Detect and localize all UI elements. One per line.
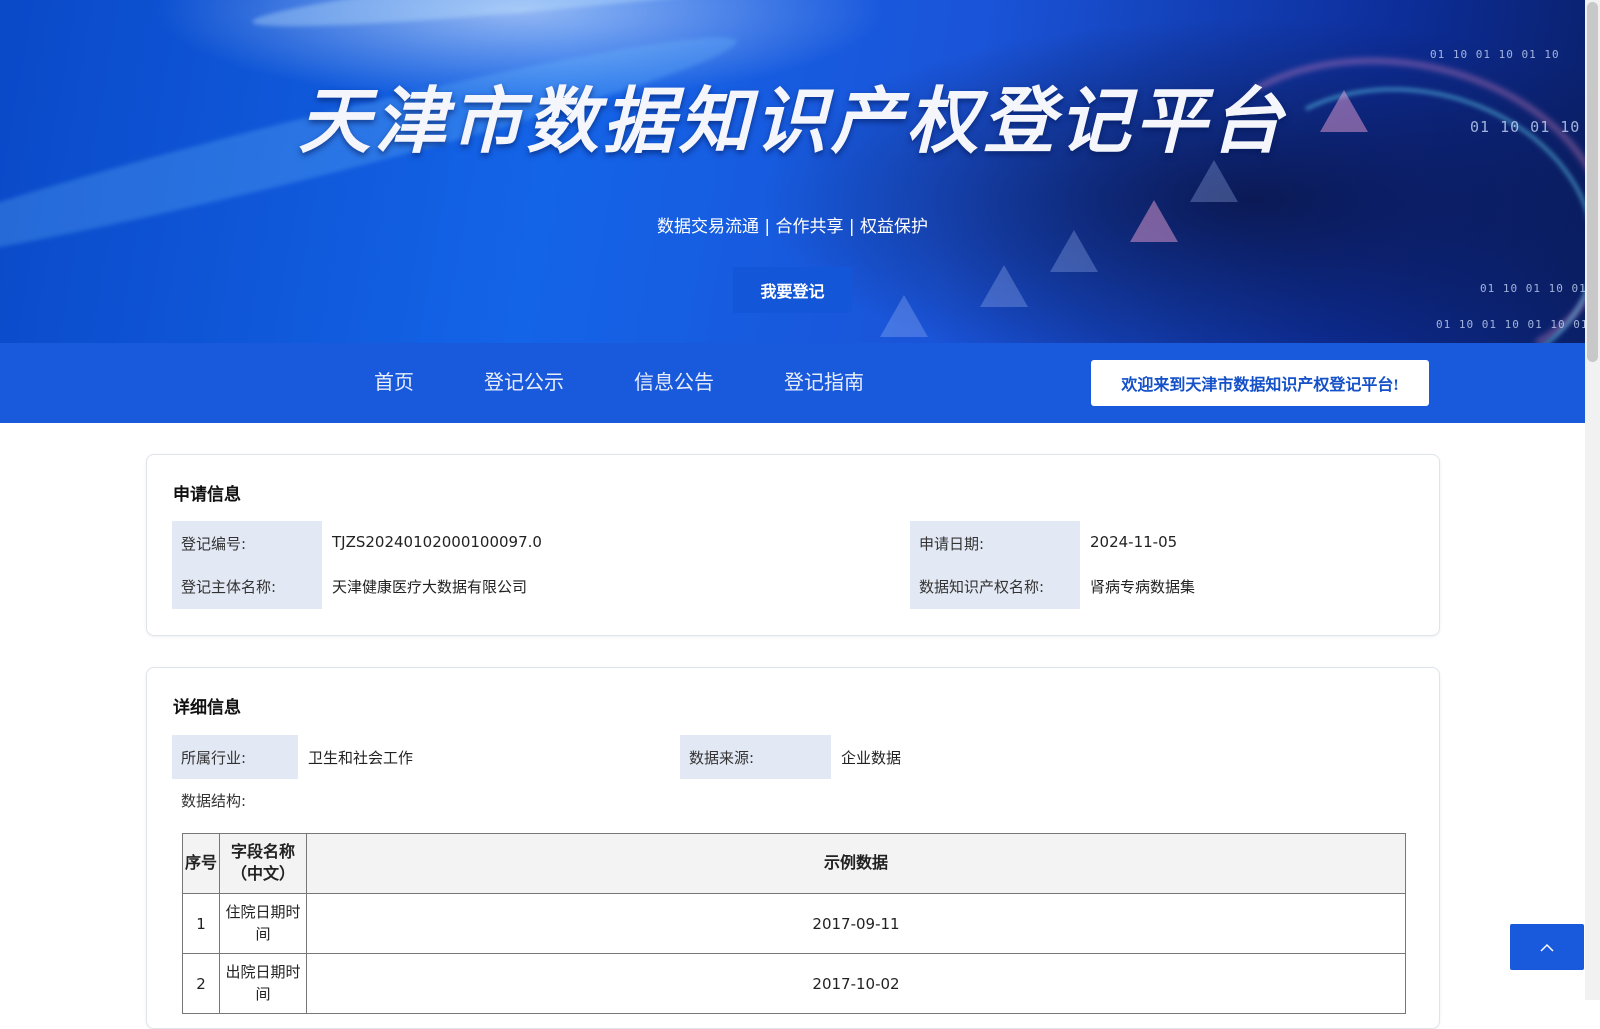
subject-value: 天津健康医疗大数据有限公司 xyxy=(332,578,528,596)
row-no: 2 xyxy=(182,953,220,1014)
light-streak xyxy=(250,0,1050,42)
column-header-example: 示例数据 xyxy=(306,833,1406,894)
scrollbar-thumb[interactable] xyxy=(1587,2,1598,362)
table-header-row: 序号 字段名称（中文） 示例数据 xyxy=(182,833,1406,894)
data-structure-label: 数据结构: xyxy=(181,792,247,810)
card-title: 详细信息 xyxy=(173,698,241,717)
reg-no-value: TJZS20240102000100097.0 xyxy=(332,533,542,551)
column-header-field-name: 字段名称（中文） xyxy=(219,833,307,894)
binary-decoration: 01 10 01 10 01 10 xyxy=(1430,48,1560,61)
welcome-banner: 欢迎来到天津市数据知识产权登记平台! xyxy=(1091,360,1429,406)
table-row: 1 住院日期时间 2017-09-11 xyxy=(182,893,1406,954)
binary-decoration: 01 10 01 10 01 10 01 10 xyxy=(1436,318,1585,331)
row-example: 2017-09-11 xyxy=(306,893,1406,954)
detail-info-card: 详细信息 所属行业: 卫生和社会工作 数据来源: 企业数据 数据结构: 序号 字… xyxy=(146,667,1440,1029)
nav-item-guide[interactable]: 登记指南 xyxy=(784,343,864,423)
ip-name-label: 数据知识产权名称: xyxy=(919,578,1045,596)
apply-date-value: 2024-11-05 xyxy=(1090,533,1178,551)
page-scrollbar[interactable] xyxy=(1585,0,1600,1000)
nav-item-registration-publicity[interactable]: 登记公示 xyxy=(484,343,564,423)
chevron-up-icon xyxy=(1539,938,1555,957)
apply-date-label: 申请日期: xyxy=(919,535,985,553)
back-to-top-button[interactable] xyxy=(1510,924,1584,970)
main-nav: 首页 登记公示 信息公告 登记指南 欢迎来到天津市数据知识产权登记平台! xyxy=(0,343,1585,423)
data-source-value: 企业数据 xyxy=(841,749,902,767)
data-source-label: 数据来源: xyxy=(689,749,755,767)
data-structure-table: 序号 字段名称（中文） 示例数据 1 住院日期时间 2017-09-11 2 出… xyxy=(182,833,1406,1014)
binary-decoration: 01 10 01 10 01 10 01 10 xyxy=(1480,282,1585,295)
nav-item-home[interactable]: 首页 xyxy=(374,343,414,423)
industry-value: 卫生和社会工作 xyxy=(308,749,414,767)
column-header-no: 序号 xyxy=(182,833,220,894)
card-title: 申请信息 xyxy=(173,485,241,504)
row-field-name: 出院日期时间 xyxy=(219,953,307,1014)
reg-no-label: 登记编号: xyxy=(181,535,247,553)
row-no: 1 xyxy=(182,893,220,954)
hero-banner: 01 10 01 10 01 10 01 10 01 10 01 10 01 1… xyxy=(0,0,1585,343)
register-button[interactable]: 我要登记 xyxy=(733,267,852,313)
site-slogan: 数据交易流通 | 合作共享 | 权益保护 xyxy=(656,217,929,237)
site-title: 天津市数据知识产权登记平台 xyxy=(298,79,1287,163)
nav-item-announcements[interactable]: 信息公告 xyxy=(634,343,714,423)
industry-label: 所属行业: xyxy=(181,749,247,767)
subject-label: 登记主体名称: xyxy=(181,578,277,596)
table-row: 2 出院日期时间 2017-10-02 xyxy=(182,953,1406,1014)
application-info-card: 申请信息 登记编号: TJZS20240102000100097.0 申请日期:… xyxy=(146,454,1440,636)
row-field-name: 住院日期时间 xyxy=(219,893,307,954)
row-example: 2017-10-02 xyxy=(306,953,1406,1014)
ip-name-value: 肾病专病数据集 xyxy=(1090,578,1196,596)
triangle-decoration xyxy=(880,295,928,337)
triangle-decoration xyxy=(980,265,1028,307)
